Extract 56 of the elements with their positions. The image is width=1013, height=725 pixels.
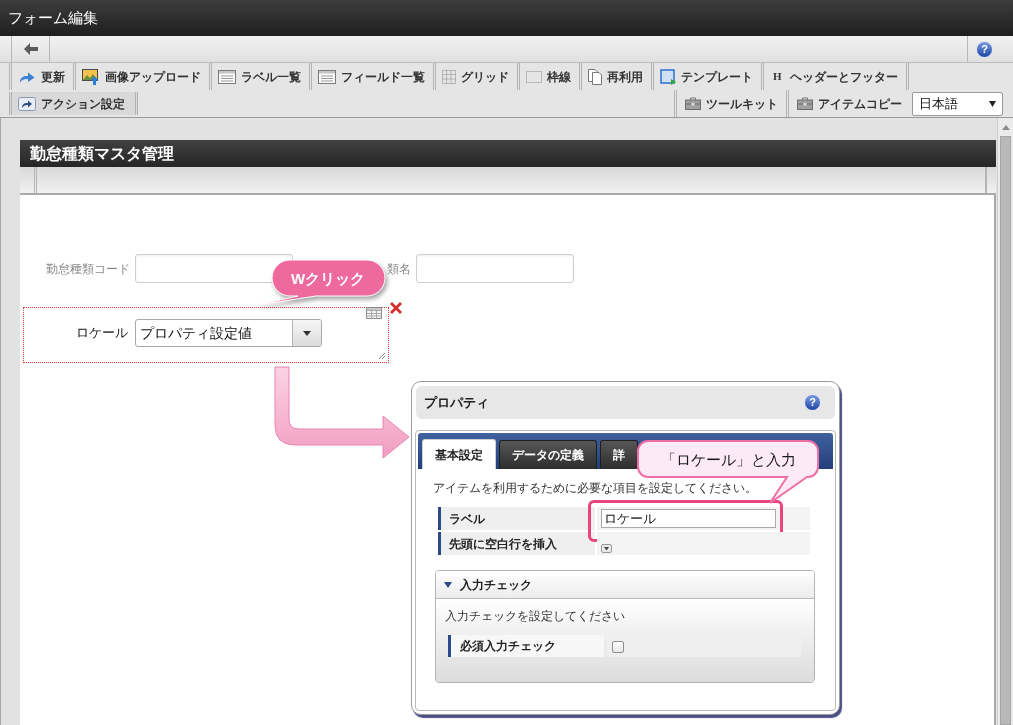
image-upload-icon	[82, 68, 100, 85]
list-icon	[318, 69, 336, 84]
help-button[interactable]: ?	[976, 40, 993, 58]
input-field[interactable]	[416, 254, 574, 283]
input-field[interactable]: ロケール	[601, 509, 776, 528]
list-icon	[218, 69, 236, 84]
action-settings-button[interactable]: アクション設定	[9, 92, 138, 115]
scrollbar[interactable]	[997, 118, 1013, 725]
property-label: 先頭に空白行を挿入	[438, 532, 595, 555]
toolbox-icon	[685, 97, 701, 110]
up-arrow-icon	[1001, 124, 1010, 130]
grid-button[interactable]: グリッド	[436, 63, 520, 90]
field-label: 勤怠種類コード	[46, 260, 130, 278]
grid-icon	[442, 69, 456, 84]
template-button[interactable]: テンプレート	[654, 63, 764, 90]
toolbox-icon	[797, 97, 813, 110]
resize-grip-icon[interactable]	[378, 352, 385, 359]
selection-frame[interactable]: ロケール プロパティ設定値	[23, 307, 389, 363]
item-copy-button[interactable]: アイテムコピー	[786, 90, 910, 117]
form-title: 勤怠種類マスタ管理	[30, 143, 174, 164]
label-list-button[interactable]: ラベル一覧	[212, 63, 312, 90]
help-button[interactable]: ?	[804, 394, 821, 411]
description-text: アイテムを利用するために必要な項目を設定してください。	[433, 480, 757, 496]
section-description: 入力チェックを設定してください	[445, 608, 625, 624]
back-arrow-icon	[23, 43, 38, 55]
section-header[interactable]: 入力チェック	[436, 571, 814, 599]
border-button[interactable]: 枠線	[520, 63, 582, 90]
table-icon[interactable]	[366, 307, 382, 319]
field-label: ロケール	[76, 324, 128, 343]
toolkit-button[interactable]: ツールキット	[674, 90, 786, 117]
tab[interactable]: 基本設定	[422, 439, 496, 469]
dotted-frame-icon	[526, 70, 542, 83]
tab[interactable]: データの定義	[499, 440, 597, 469]
dropdown-button[interactable]	[292, 320, 321, 346]
caret-icon	[989, 100, 996, 107]
field-label: 類名	[387, 260, 411, 278]
caret-box-icon[interactable]	[601, 544, 612, 553]
header-footer-button[interactable]: H ヘッダーとフッター	[764, 63, 909, 90]
tab[interactable]: 詳	[600, 440, 638, 469]
caret-icon	[303, 330, 311, 336]
language-select[interactable]: 日本語	[912, 91, 1003, 116]
window-title: フォーム編集	[8, 7, 98, 28]
letter-icon: H	[770, 68, 785, 85]
documents-icon	[588, 68, 602, 85]
delete-icon[interactable]	[390, 302, 402, 314]
input-field[interactable]	[135, 254, 293, 283]
dialog-title: プロパティ	[424, 393, 489, 412]
disclosure-triangle-icon[interactable]	[444, 581, 452, 588]
back-button[interactable]	[11, 36, 50, 62]
field-list-button[interactable]: フィールド一覧	[312, 63, 436, 90]
select-field[interactable]: プロパティ設定値	[135, 319, 322, 347]
property-label: 必須入力チェック	[448, 635, 604, 657]
square-pointer-icon	[660, 68, 676, 85]
property-label: ラベル	[438, 507, 595, 530]
reuse-button[interactable]: 再利用	[582, 63, 654, 90]
scrollbar-thumb[interactable]	[1000, 136, 1011, 725]
